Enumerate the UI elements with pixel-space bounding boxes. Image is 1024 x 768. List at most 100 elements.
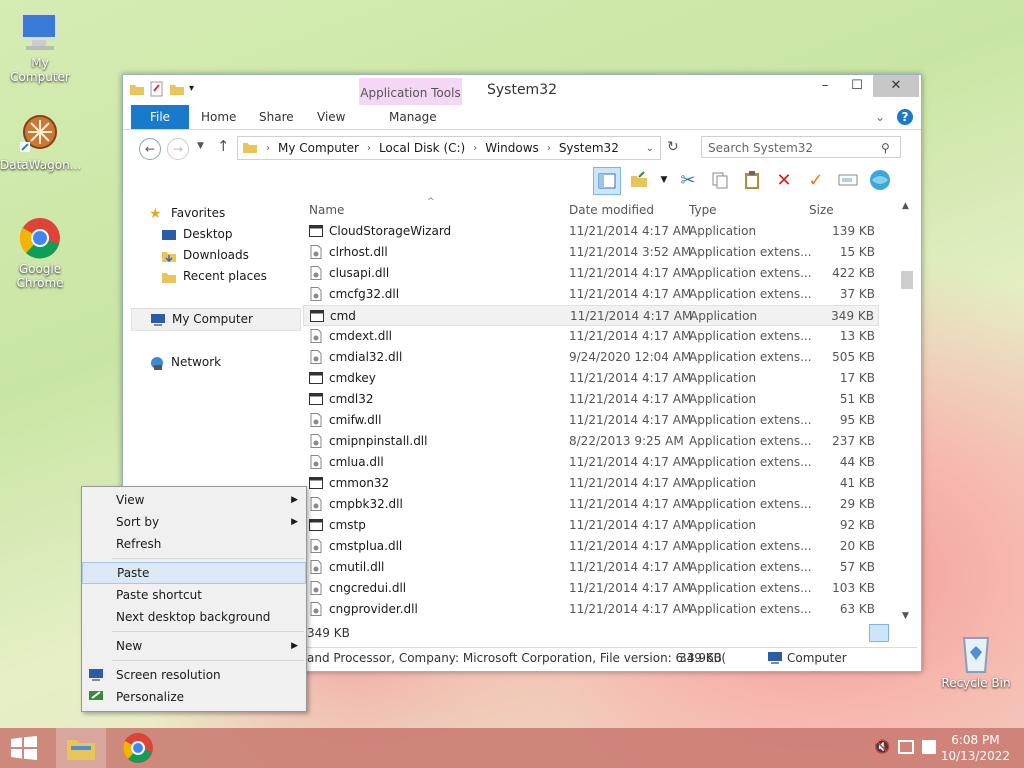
file-explorer-taskbar-button[interactable]	[56, 728, 106, 768]
back-button[interactable]: ←	[139, 138, 161, 160]
table-row[interactable]: cmstplua.dll 11/21/2014 4:17 AM Applicatio…	[303, 536, 879, 557]
menu-item-view[interactable]: View ▶	[82, 489, 306, 511]
sidebar-item-downloads[interactable]: Downloads	[131, 245, 301, 266]
desktop-icon-recycle-bin[interactable]: Recycle Bin	[936, 630, 1016, 690]
breadcrumb-my-computer[interactable]: My Computer	[278, 141, 359, 155]
application-icon	[309, 476, 323, 490]
tab-view[interactable]: View	[317, 105, 345, 129]
up-button[interactable]: ↑	[217, 137, 230, 155]
menu-item-new[interactable]: New ▶	[82, 635, 306, 657]
table-row[interactable]: cngprovider.dll 11/21/2014 4:17 AM Applica…	[303, 599, 879, 620]
paste-icon[interactable]	[739, 167, 765, 193]
column-header-date[interactable]: Date modified	[569, 203, 654, 217]
table-row[interactable]: cmd 11/21/2014 4:17 AM Application 349 KB	[303, 305, 879, 326]
large-icons-view-button[interactable]	[891, 624, 909, 640]
cut-icon[interactable]: ✂	[675, 167, 701, 193]
menu-item-screen-resolution[interactable]: Screen resolution	[82, 664, 306, 686]
clock-date: 10/13/2022	[940, 749, 1010, 763]
network-tray-icon[interactable]	[898, 740, 914, 754]
menu-item-sort-by[interactable]: Sort by ▶	[82, 511, 306, 533]
title-bar[interactable]: ▾ Application Tools System32 – ☐ ✕	[123, 75, 921, 105]
rename-icon[interactable]	[835, 167, 861, 193]
table-row[interactable]: cmifw.dll 11/21/2014 4:17 AM Application e…	[303, 410, 879, 431]
table-row[interactable]: cngcredui.dll 11/21/2014 4:17 AM Applicati…	[303, 578, 879, 599]
scroll-down-icon[interactable]: ▼	[902, 611, 909, 621]
sidebar-item-desktop[interactable]: Desktop	[131, 224, 301, 245]
column-header-size[interactable]: Size	[809, 203, 834, 217]
tab-home[interactable]: Home	[201, 105, 236, 129]
sidebar-item-recent-places[interactable]: Recent places	[131, 266, 301, 287]
desktop-icon-my-computer[interactable]: My Computer	[0, 10, 80, 84]
breadcrumb-system32[interactable]: System32	[559, 141, 619, 155]
table-row[interactable]: cmcfg32.dll 11/21/2014 4:17 AM Application…	[303, 284, 879, 305]
globe-icon[interactable]	[867, 167, 893, 193]
table-row[interactable]: CloudStorageWizard 11/21/2014 4:17 AM Appl…	[303, 221, 879, 242]
details-view-button[interactable]	[869, 624, 889, 642]
table-row[interactable]: cmdkey 11/21/2014 4:17 AM Application 17 KB	[303, 368, 879, 389]
chevron-down-icon[interactable]: ▼	[659, 167, 669, 193]
forward-button[interactable]: →	[167, 138, 189, 160]
table-row[interactable]: cmdial32.dll 9/24/2020 12:04 AM Applicatio…	[303, 347, 879, 368]
folder-options-icon[interactable]	[627, 167, 653, 193]
table-row[interactable]: cmipnpinstall.dll 8/22/2013 9:25 AM Applic…	[303, 431, 879, 452]
refresh-button[interactable]: ↻	[667, 139, 679, 155]
delete-icon[interactable]: ✕	[771, 167, 797, 193]
recent-locations-icon[interactable]: ▼	[197, 141, 204, 151]
maximize-button[interactable]: ☐	[841, 75, 873, 97]
check-icon[interactable]: ✓	[803, 167, 829, 193]
column-header-name[interactable]: Name	[309, 203, 344, 217]
table-row[interactable]: cmutil.dll 11/21/2014 4:17 AM Application …	[303, 557, 879, 578]
layout-pane-icon[interactable]	[593, 167, 621, 195]
tab-share[interactable]: Share	[259, 105, 294, 129]
table-row[interactable]: cmmon32 11/21/2014 4:17 AM Application 41 K…	[303, 473, 879, 494]
scroll-up-icon[interactable]: ▲	[902, 201, 909, 211]
search-input[interactable]: Search System32	[701, 136, 901, 158]
menu-item-next-desktop-background[interactable]: Next desktop background	[82, 606, 306, 628]
close-button[interactable]: ✕	[873, 75, 919, 97]
desktop-icon-datawagon[interactable]: DataWagon...	[0, 112, 81, 172]
file-type: Application	[689, 518, 757, 532]
file-type: Application extens...	[689, 287, 812, 301]
system-clock[interactable]: 6:08 PM 10/13/2022	[941, 732, 1010, 764]
file-date: 11/21/2014 4:17 AM	[569, 455, 692, 469]
address-bar[interactable]: › My Computer › Local Disk (C:) › Window…	[237, 136, 661, 160]
vertical-scrollbar[interactable]: ▲ ▼	[899, 199, 915, 623]
desktop-icon-chrome[interactable]: Google Chrome	[0, 216, 80, 290]
copy-icon[interactable]	[707, 167, 733, 193]
start-button[interactable]	[10, 736, 38, 763]
table-row[interactable]: cmdext.dll 11/21/2014 4:17 AM Application …	[303, 326, 879, 347]
dll-file-icon	[309, 434, 323, 448]
menu-item-personalize[interactable]: Personalize	[82, 686, 306, 708]
scrollbar-thumb[interactable]	[901, 271, 913, 289]
volume-muted-icon[interactable]: 🔇	[874, 740, 890, 755]
breadcrumb-local-disk[interactable]: Local Disk (C:)	[379, 141, 465, 155]
help-icon[interactable]: ?	[897, 109, 913, 125]
chevron-down-icon[interactable]: ⌄	[875, 105, 885, 129]
dll-file-icon	[309, 329, 323, 343]
table-row[interactable]: clrhost.dll 11/21/2014 3:52 AM Application…	[303, 242, 879, 263]
table-row[interactable]: cmpbk32.dll 11/21/2014 4:17 AM Application…	[303, 494, 879, 515]
chevron-down-icon[interactable]: ⌄	[646, 143, 654, 154]
file-name: cmdl32	[329, 392, 374, 406]
minimize-button[interactable]: –	[809, 75, 841, 97]
menu-item-paste[interactable]: Paste	[82, 562, 306, 584]
file-type: Application extens...	[689, 434, 812, 448]
sidebar-item-my-computer[interactable]: My Computer	[131, 308, 301, 331]
table-row[interactable]: cmdl32 11/21/2014 4:17 AM Application 51 KB	[303, 389, 879, 410]
column-header-type[interactable]: Type	[689, 203, 717, 217]
chrome-taskbar-button[interactable]	[122, 732, 162, 764]
action-center-icon[interactable]	[922, 740, 936, 754]
tab-file[interactable]: File	[131, 105, 189, 129]
breadcrumb-windows[interactable]: Windows	[485, 141, 539, 155]
chevron-right-icon: ▶	[291, 495, 298, 505]
table-row[interactable]: cmstp 11/21/2014 4:17 AM Application 92 KB	[303, 515, 879, 536]
table-row[interactable]: cmlua.dll 11/21/2014 4:17 AM Application e…	[303, 452, 879, 473]
sidebar-item-favorites[interactable]: ★ Favorites	[131, 203, 301, 224]
menu-item-refresh[interactable]: Refresh	[82, 533, 306, 555]
table-row[interactable]: clusapi.dll 11/21/2014 4:17 AM Application…	[303, 263, 879, 284]
tab-manage[interactable]: Manage	[389, 105, 437, 129]
sidebar-item-label: Desktop	[183, 227, 233, 241]
sidebar-item-network[interactable]: Network	[131, 352, 301, 373]
chevron-right-icon: ▶	[291, 641, 298, 651]
menu-item-paste-shortcut[interactable]: Paste shortcut	[82, 584, 306, 606]
